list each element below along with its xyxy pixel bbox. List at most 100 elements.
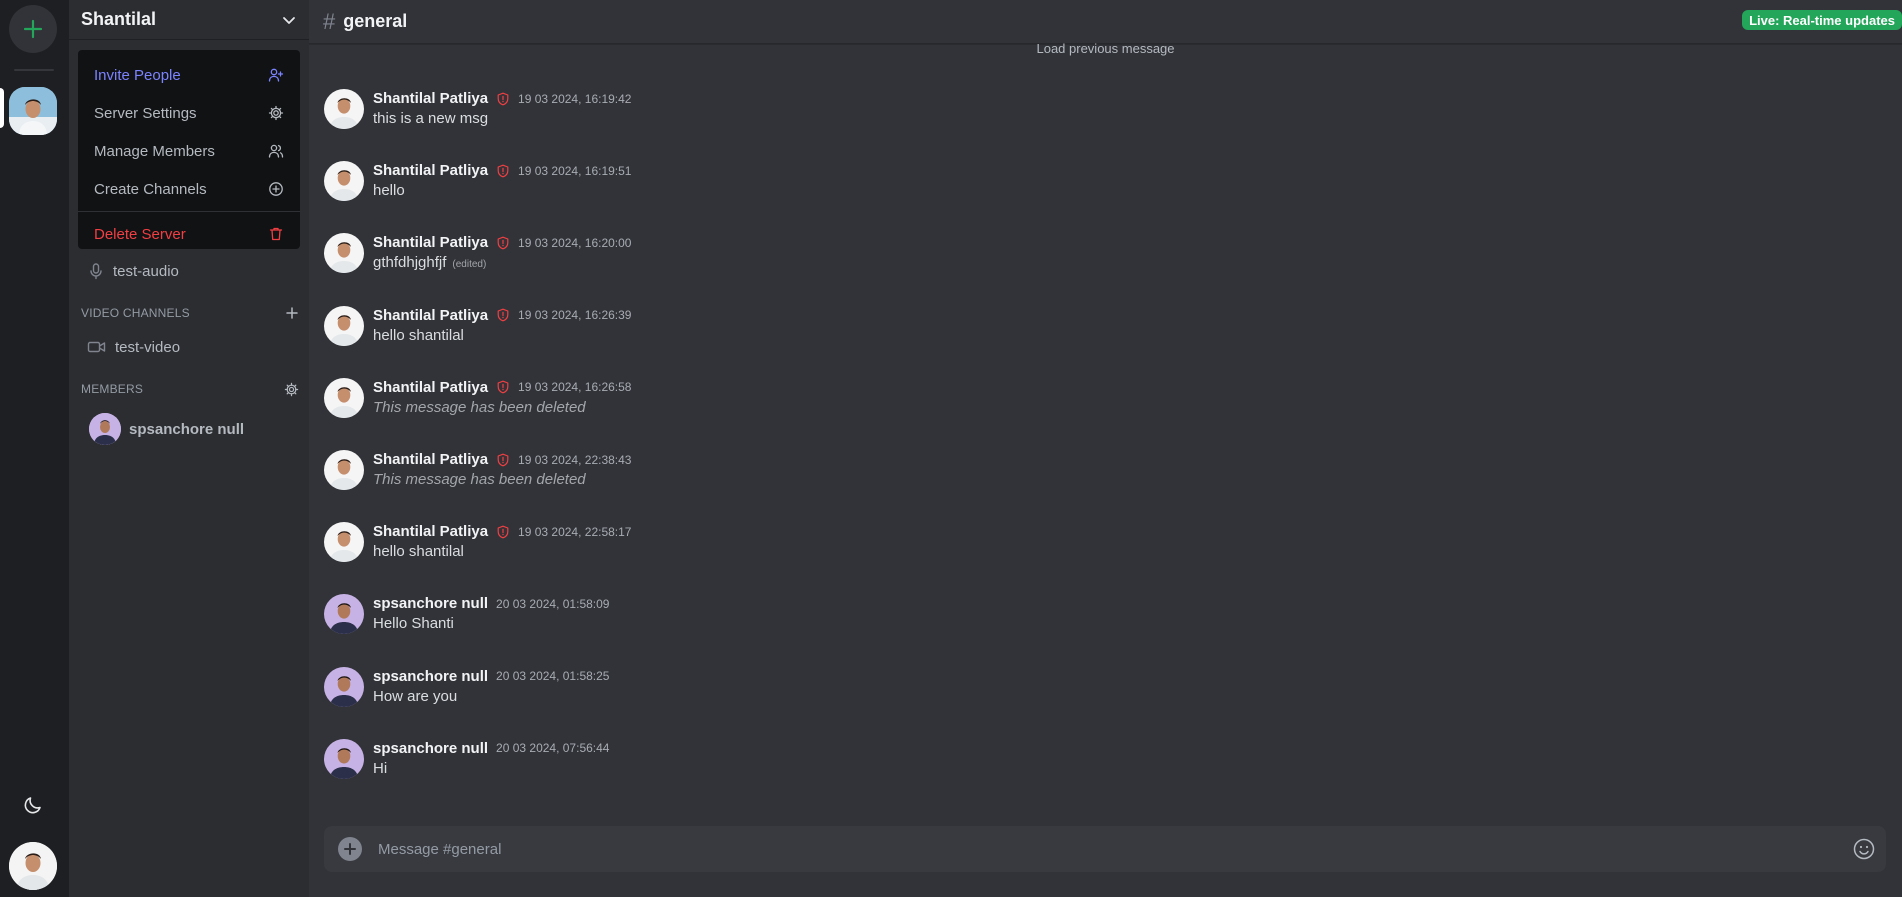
avatar[interactable] bbox=[324, 305, 364, 346]
message-text: this is a new msg bbox=[373, 110, 489, 127]
channel-header: # general bbox=[309, 0, 1902, 44]
message-content: hello bbox=[373, 182, 405, 199]
menu-item-label: Delete Server bbox=[94, 225, 186, 243]
message-author[interactable]: Shantilal Patliya bbox=[373, 234, 488, 251]
shield-alert-icon bbox=[497, 453, 509, 466]
message-header: Shantilal Patliya 19 03 2024, 16:19:51 bbox=[373, 162, 631, 179]
attach-button[interactable] bbox=[338, 837, 362, 861]
load-previous-button[interactable]: Load previous message bbox=[309, 41, 1902, 56]
message-header: Shantilal Patliya 19 03 2024, 22:58:17 bbox=[373, 523, 631, 540]
invite-people-item[interactable]: Invite People bbox=[78, 56, 300, 94]
delete-server-item[interactable]: Delete Server bbox=[78, 215, 300, 253]
avatar[interactable] bbox=[324, 522, 364, 563]
message-author[interactable]: spsanchore null bbox=[373, 595, 488, 612]
message-item[interactable]: Shantilal Patliya 19 03 2024, 22:58:17 hel… bbox=[324, 522, 1884, 582]
message-text: How are you bbox=[373, 687, 458, 705]
member-spsanchore[interactable]: spsanchore null bbox=[89, 413, 244, 445]
message-item[interactable]: Shantilal Patliya 19 03 2024, 16:20:00 gth… bbox=[324, 233, 1884, 293]
chat-area: # general Live: Real-time updates Load p… bbox=[309, 0, 1902, 897]
message-item[interactable]: Shantilal Patliya 19 03 2024, 16:19:42 thi… bbox=[324, 89, 1884, 149]
gear-icon[interactable] bbox=[284, 382, 299, 397]
menu-item-label: Invite People bbox=[94, 66, 181, 84]
message-author[interactable]: spsanchore null bbox=[373, 740, 488, 757]
message-header: spsanchore null 20 03 2024, 01:58:09 bbox=[373, 595, 609, 612]
member-name: spsanchore null bbox=[129, 420, 245, 438]
message-author[interactable]: Shantilal Patliya bbox=[373, 451, 488, 468]
server-name: Shantilal bbox=[81, 9, 157, 29]
message-text: gthfdhjghfjf bbox=[373, 254, 447, 272]
avatar[interactable] bbox=[324, 666, 364, 707]
channel-sidebar: Shantilal test-audio VIDEO CHANNELS test… bbox=[69, 0, 309, 897]
message-timestamp: 19 03 2024, 22:58:17 bbox=[518, 524, 632, 539]
user-avatar[interactable] bbox=[9, 842, 57, 890]
rail-divider bbox=[14, 69, 54, 71]
server-settings-item[interactable]: Server Settings bbox=[78, 94, 300, 132]
moon-icon[interactable] bbox=[21, 793, 45, 817]
avatar[interactable] bbox=[324, 594, 364, 635]
server-rail bbox=[0, 0, 69, 897]
message-author[interactable]: Shantilal Patliya bbox=[373, 90, 488, 107]
gear-icon bbox=[268, 105, 284, 121]
message-author[interactable]: Shantilal Patliya bbox=[373, 379, 488, 396]
message-header: Shantilal Patliya 19 03 2024, 16:26:39 bbox=[373, 307, 631, 324]
server-icon-shantilal[interactable] bbox=[9, 87, 57, 135]
message-author[interactable]: spsanchore null bbox=[373, 668, 488, 685]
message-author[interactable]: Shantilal Patliya bbox=[373, 307, 488, 324]
add-server-button[interactable] bbox=[9, 5, 57, 53]
section-title: VIDEO CHANNELS bbox=[81, 306, 190, 320]
live-status-badge: Live: Real-time updates bbox=[1742, 10, 1902, 30]
avatar[interactable] bbox=[324, 738, 364, 779]
manage-members-item[interactable]: Manage Members bbox=[78, 132, 300, 170]
message-content: this is a new msg bbox=[373, 110, 488, 127]
message-content: gthfdhjghfjf (edited) bbox=[373, 254, 486, 271]
channel-test-audio[interactable]: test-audio bbox=[77, 256, 301, 286]
message-text: This message has been deleted bbox=[373, 398, 586, 416]
message-header: spsanchore null 20 03 2024, 07:56:44 bbox=[373, 740, 609, 757]
plus-icon[interactable] bbox=[285, 306, 299, 320]
user-plus-icon bbox=[268, 68, 284, 82]
message-text: Hi bbox=[373, 759, 388, 777]
server-avatar-image bbox=[9, 87, 57, 135]
message-timestamp: 20 03 2024, 01:58:09 bbox=[496, 596, 610, 611]
shield-alert-icon bbox=[497, 164, 509, 178]
shield-alert-icon bbox=[497, 92, 509, 105]
message-item[interactable]: Shantilal Patliya 19 03 2024, 16:26:39 hel… bbox=[324, 305, 1884, 366]
avatar[interactable] bbox=[324, 377, 364, 418]
avatar[interactable] bbox=[324, 233, 364, 274]
message-timestamp: 19 03 2024, 22:38:43 bbox=[518, 452, 632, 467]
message-author[interactable]: Shantilal Patliya bbox=[373, 162, 488, 179]
plus-icon bbox=[344, 843, 356, 855]
menu-item-label: Manage Members bbox=[94, 142, 215, 160]
server-header[interactable]: Shantilal bbox=[69, 0, 309, 40]
channel-label: test-video bbox=[115, 338, 181, 356]
message-header: Shantilal Patliya 19 03 2024, 16:20:00 bbox=[373, 234, 631, 251]
message-timestamp: 19 03 2024, 16:20:00 bbox=[518, 235, 632, 250]
avatar[interactable] bbox=[324, 89, 364, 129]
message-author[interactable]: Shantilal Patliya bbox=[373, 523, 488, 540]
channel-test-video[interactable]: test-video bbox=[77, 332, 301, 362]
message-input[interactable] bbox=[378, 840, 1852, 858]
message-item[interactable]: spsanchore null 20 03 2024, 01:58:09 Hello… bbox=[324, 594, 1884, 654]
avatar[interactable] bbox=[324, 161, 364, 202]
edited-label: (edited) bbox=[452, 259, 487, 271]
message-content: Hi bbox=[373, 760, 387, 777]
shield-alert-icon bbox=[497, 236, 509, 250]
message-item[interactable]: spsanchore null 20 03 2024, 07:56:44 Hi bbox=[324, 738, 1884, 799]
message-item[interactable]: Shantilal Patliya 19 03 2024, 16:26:58 Thi… bbox=[324, 377, 1884, 438]
message-item[interactable]: Shantilal Patliya 19 03 2024, 22:38:43 Thi… bbox=[324, 450, 1884, 510]
message-timestamp: 20 03 2024, 07:56:44 bbox=[496, 741, 610, 756]
menu-item-label: Server Settings bbox=[94, 104, 197, 122]
create-channels-item[interactable]: Create Channels bbox=[78, 170, 300, 208]
video-icon bbox=[87, 341, 106, 353]
message-item[interactable]: Shantilal Patliya 19 03 2024, 16:19:51 hel… bbox=[324, 161, 1884, 221]
chevron-down-icon[interactable] bbox=[281, 12, 297, 28]
microphone-icon bbox=[90, 263, 102, 280]
smile-icon[interactable] bbox=[1852, 837, 1876, 861]
message-content: hello shantilal bbox=[373, 543, 464, 560]
video-channels-section: VIDEO CHANNELS bbox=[81, 303, 299, 323]
avatar[interactable] bbox=[324, 450, 364, 490]
channel-title: general bbox=[343, 11, 408, 31]
message-text: hello shantilal bbox=[373, 326, 464, 344]
message-text: Hello Shanti bbox=[373, 615, 454, 633]
message-item[interactable]: spsanchore null 20 03 2024, 01:58:25 How a… bbox=[324, 666, 1884, 727]
